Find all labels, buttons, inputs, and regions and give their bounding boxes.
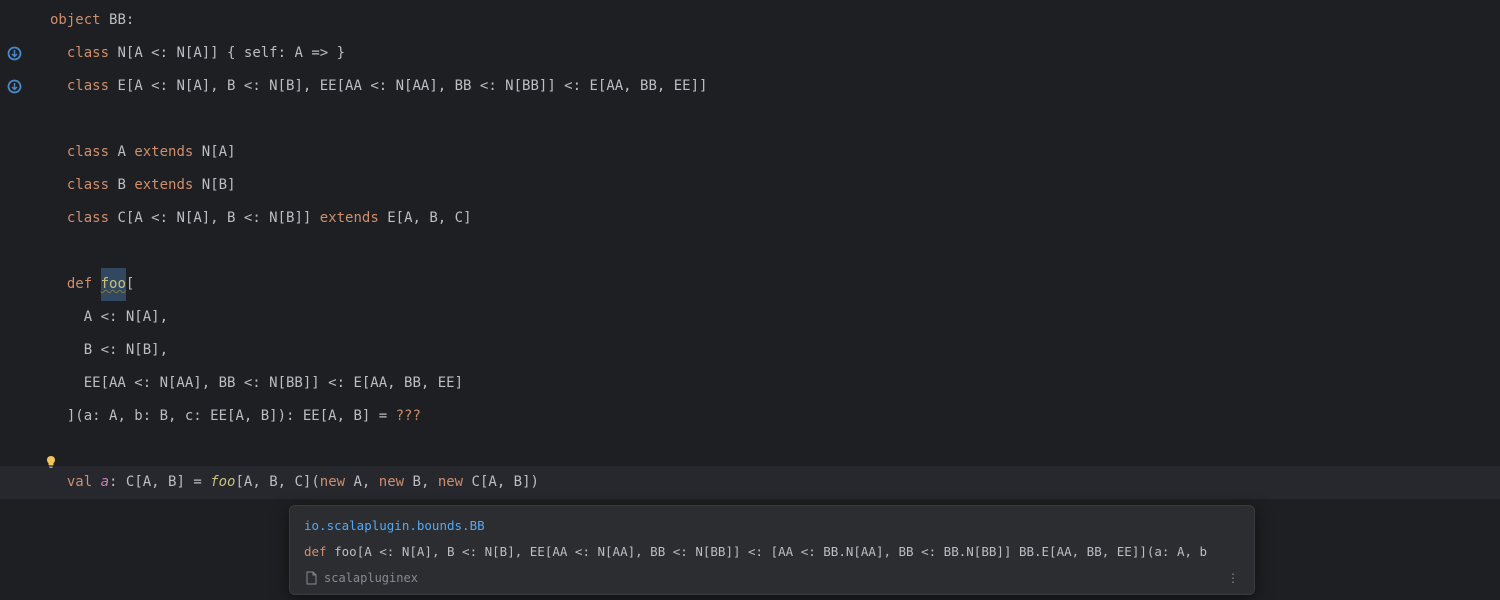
keyword: new [438,466,463,499]
keyword: new [320,466,345,499]
keyword: object [50,4,101,37]
type-ref: C [126,466,134,499]
function-call: foo [210,466,235,499]
code-line[interactable]: def foo[ [50,268,1500,301]
keyword: extends [134,136,193,169]
code-line-blank[interactable] [50,433,1500,466]
tooltip-file-label: scalapluginex [324,568,418,588]
keyword: val [67,466,92,499]
params: (a: A, b: B, c: EE[A, B]): EE[A, B] = [75,400,395,433]
quick-doc-tooltip: io.scalaplugin.bounds.BB def foo[A <: N[… [289,505,1255,595]
code-line[interactable]: ](a: A, b: B, c: EE[A, B]): EE[A, B] = ?… [50,400,1500,433]
class-name: C [117,202,125,235]
keyword: class [67,202,109,235]
extends-type: N[B] [202,169,236,202]
tooltip-breadcrumb[interactable]: io.scalaplugin.bounds.BB [304,516,1240,536]
code-editor[interactable]: object BB: class N[A <: N[A]] { self: A … [30,0,1500,499]
object-name: BB [109,4,126,37]
code-line[interactable]: EE[AA <: N[AA], BB <: N[BB]] <: E[AA, BB… [50,367,1500,400]
file-icon [304,571,318,585]
class-name: A [117,136,125,169]
keyword: class [67,169,109,202]
code-line[interactable]: class B extends N[B] [50,169,1500,202]
val-name: a [101,466,109,499]
keyword: new [379,466,404,499]
code-line[interactable]: object BB: [50,4,1500,37]
keyword: def [67,268,92,301]
type-param: A <: N[A], [84,301,168,334]
override-gutter-icon[interactable] [6,78,22,94]
class-name: N [117,37,125,70]
type-params: [A <: N[A]] { self: A => } [126,37,345,70]
function-name: foo [101,268,126,301]
code-line-blank[interactable] [50,235,1500,268]
code-line-blank[interactable] [50,103,1500,136]
code-line[interactable]: class E[A <: N[A], B <: N[B], EE[AA <: N… [50,70,1500,103]
tooltip-signature: def foo[A <: N[A], B <: N[B], EE[AA <: N… [304,542,1240,562]
intention-bulb-icon[interactable] [44,449,58,482]
code-line[interactable]: class N[A <: N[A]] { self: A => } [50,37,1500,70]
editor-gutter [0,0,30,600]
extends-type: E[A, B, C] [387,202,471,235]
keyword: class [67,37,109,70]
code-line[interactable]: class A extends N[A] [50,136,1500,169]
keyword: class [67,70,109,103]
tooltip-footer: scalapluginex ⋮ [304,568,1240,588]
code-line[interactable]: B <: N[B], [50,334,1500,367]
code-line[interactable]: A <: N[A], [50,301,1500,334]
type-param: EE[AA <: N[AA], BB <: N[BB]] <: E[AA, BB… [84,367,463,400]
class-name: B [117,169,125,202]
class-name: E [117,70,125,103]
code-line-current[interactable]: val a: C[A, B] = foo[A, B, C](new A, new… [0,466,1500,499]
placeholder: ??? [396,400,421,433]
override-gutter-icon[interactable] [6,45,22,61]
type-params: [A <: N[A], B <: N[B], EE[AA <: N[AA], B… [126,70,708,103]
extends-type: N[A] [202,136,236,169]
more-actions-icon[interactable]: ⋮ [1227,568,1240,588]
keyword: class [67,136,109,169]
code-line[interactable]: class C[A <: N[A], B <: N[B]] extends E[… [50,202,1500,235]
type-param: B <: N[B], [84,334,168,367]
keyword: extends [134,169,193,202]
tooltip-source-file[interactable]: scalapluginex [304,568,418,588]
keyword: extends [320,202,379,235]
type-params: [A <: N[A], B <: N[B]] [126,202,311,235]
